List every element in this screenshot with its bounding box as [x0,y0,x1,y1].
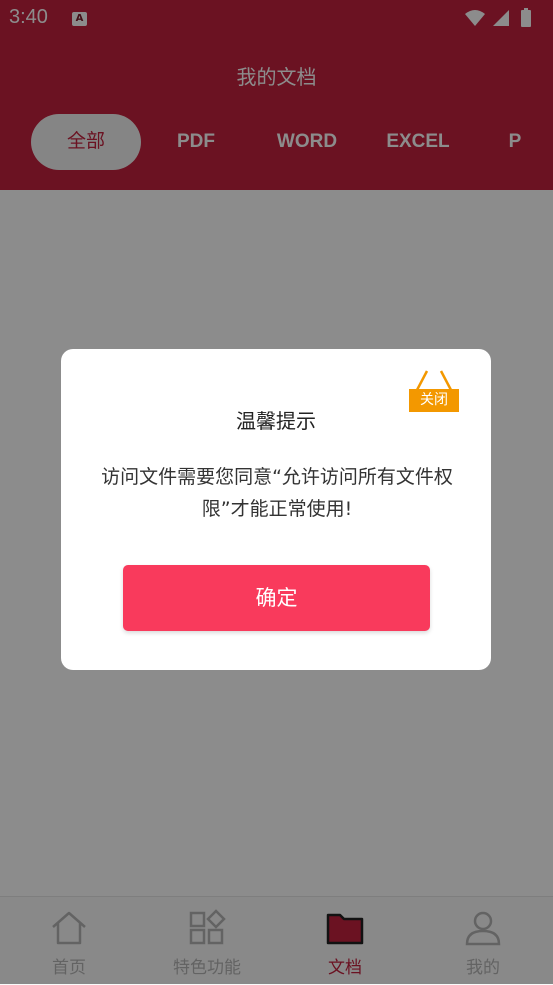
permission-dialog: 关闭 温馨提示 访问文件需要您同意“允许访问所有文件权限”才能正常使用! 确定 [61,349,491,670]
dialog-title: 温馨提示 [236,409,316,433]
dialog-message: 访问文件需要您同意“允许访问所有文件权限”才能正常使用! [101,466,453,520]
confirm-button[interactable]: 确定 [123,565,430,631]
